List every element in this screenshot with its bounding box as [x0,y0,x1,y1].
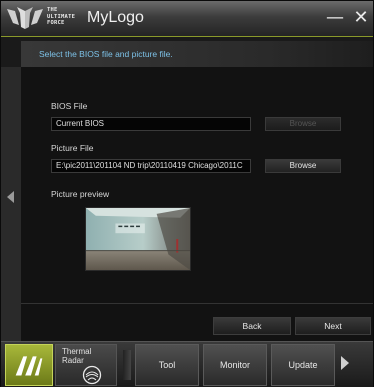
content-divider [21,303,373,304]
bios-browse-button[interactable]: Browse [265,117,341,131]
picture-file-label: Picture File [51,143,94,153]
thermal-radar-label: Thermal Radar [62,347,92,365]
arrow-right-icon[interactable] [341,356,349,370]
bottom-dock: Thermal Radar Tool Monitor Update [1,341,373,387]
thermal-radar-icon [82,365,102,385]
instruction-text: Select the BIOS file and picture file. [21,41,373,67]
close-button[interactable]: ✕ [351,7,371,29]
mylogo-window: THE ULTIMATE FORCE MyLogo — ✕ Select the… [0,0,374,387]
picture-preview-image [85,207,191,271]
left-nav-strip[interactable] [1,67,21,341]
bios-file-field[interactable]: Current BIOS [51,117,251,131]
tuf-claw-logo-icon [7,7,43,29]
dock-logo-glyph [15,356,43,376]
content-panel: BIOS File Current BIOS Browse Picture Fi… [21,67,373,341]
tuf-ai-logo-icon[interactable] [5,344,53,386]
thermal-radar-button[interactable]: Thermal Radar [55,344,117,386]
picture-file-field[interactable]: E:\pic2011\201104 ND trip\20110419 Chica… [51,159,251,173]
brand-text: THE ULTIMATE FORCE [47,7,76,26]
picture-browse-button[interactable]: Browse [265,159,341,173]
dock-monitor-button[interactable]: Monitor [203,344,267,386]
title-bar: THE ULTIMATE FORCE MyLogo — ✕ [1,1,373,37]
back-button[interactable]: Back [213,317,291,335]
dock-separator [123,350,131,380]
picture-preview-label: Picture preview [51,189,110,199]
dock-tool-button[interactable]: Tool [135,344,199,386]
app-title: MyLogo [87,9,144,26]
minimize-button[interactable]: — [325,7,345,29]
next-button[interactable]: Next [295,317,371,335]
bios-file-label: BIOS File [51,101,88,111]
dock-update-button[interactable]: Update [271,344,335,386]
arrow-left-icon[interactable] [7,191,14,203]
